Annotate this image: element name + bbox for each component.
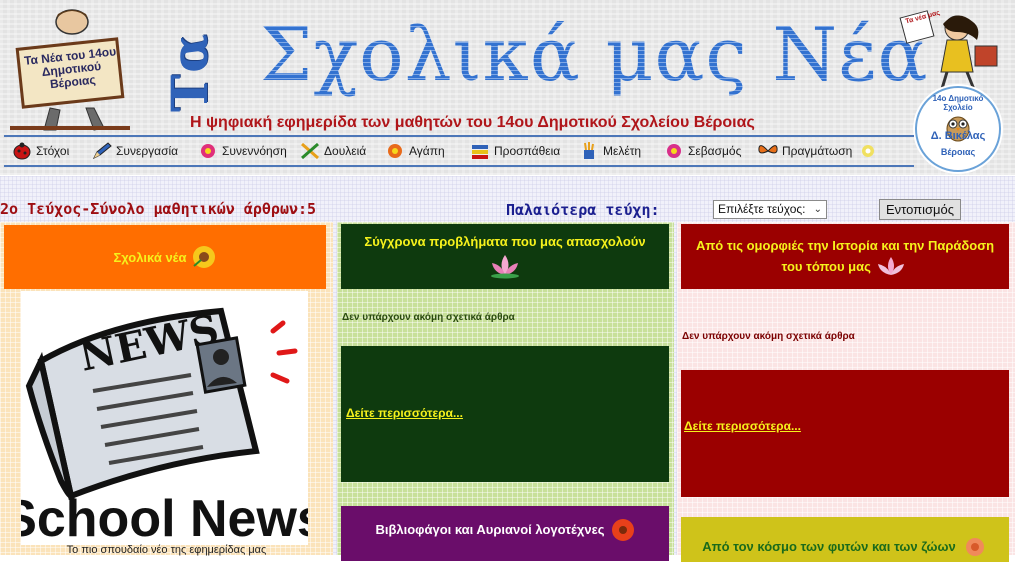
nav-item-label: Μελέτη: [603, 144, 642, 158]
section-header-nature[interactable]: Από τον κόσμο των φυτών και των ζώων: [681, 517, 1009, 562]
no-articles-text: Δεν υπάρχουν ακόμη σχετικά άρθρα: [682, 331, 855, 342]
school-news-image-text: School News: [21, 490, 308, 545]
flower-icon: [388, 144, 402, 158]
seal-top-text: 14ο Δημοτικό Σχολείο: [932, 94, 984, 112]
older-issues-label: Παλαιότερα τεύχη:: [506, 201, 660, 219]
section-title: Βιβλιοφάγοι και Αυριανοί λογοτέχνες: [375, 522, 605, 537]
school-news-image[interactable]: NEWS School News: [21, 291, 308, 545]
ladybug-icon: [13, 142, 31, 160]
see-more-link[interactable]: Δείτε περισσότερα...: [346, 406, 463, 420]
nav-item-label: Στόχοι: [36, 144, 70, 158]
rose-icon: [965, 537, 984, 556]
title-main-text: Σχολικά μας Νέα: [260, 12, 929, 98]
section-title: Σχολικά νέα: [113, 249, 187, 265]
site-subtitle: Η ψηφιακή εφημερίδα των μαθητών του 14ου…: [190, 114, 755, 131]
chevron-down-icon: ⌄: [813, 204, 822, 215]
nav-item-label: Σεβασμός: [688, 144, 742, 158]
flower-icon: [862, 145, 875, 157]
pencil-icon: [92, 142, 112, 160]
nav-item-label: Δουλειά: [324, 144, 367, 158]
nav-item-understanding[interactable]: Συνεννόηση: [198, 141, 287, 161]
nav-item-love[interactable]: Αγάπη: [385, 141, 445, 161]
books-icon: [472, 145, 488, 159]
more-panel-history: [681, 370, 1009, 497]
newspaper-icon: NEWS School News: [21, 306, 308, 545]
section-header-problems[interactable]: Σύγχρονα προβλήματα που μας απασχολούν: [341, 224, 669, 289]
nav-item-work[interactable]: Δουλειά: [300, 141, 366, 161]
section-header-bookworms[interactable]: Βιβλιοφάγοι και Αυριανοί λογοτέχνες: [341, 506, 669, 561]
nav-item-effort[interactable]: Προσπάθεια: [470, 141, 560, 161]
section-title: Σύγχρονα προβλήματα που μας απασχολούν: [364, 234, 646, 249]
nav-item-study[interactable]: Μελέτη: [579, 141, 641, 161]
nav-item-label: Πραγμάτωση: [782, 144, 853, 158]
sunflower-icon: [192, 246, 215, 268]
nav-item-label: Προσπάθεια: [494, 144, 561, 158]
crossed-pencils-icon: [301, 142, 319, 160]
section-header-history[interactable]: Από τις ομορφιές την Ιστορία και την Παρ…: [681, 224, 1009, 289]
nav-item-label: Αγάπη: [409, 144, 445, 158]
school-seal: 14ο Δημοτικό Σχολείο Δ. Βικέλας Βέροιας: [915, 86, 1001, 172]
nav-item-goals[interactable]: Στόχοι: [12, 141, 69, 161]
flower-icon: [667, 144, 681, 158]
school-news-caption: Το πιο σπουδαίο νέο της εφημερίδας μας: [66, 544, 267, 556]
section-title: Από τον κόσμο των φυτών και των ζώων: [702, 539, 956, 554]
site-header: Τα Νέα του 14ου Δημοτικού Βέροιας Τα Σχο…: [0, 0, 1015, 175]
lotus-icon: [491, 255, 519, 279]
nav-item-respect[interactable]: Σεβασμός: [664, 141, 741, 161]
title-prefix: Τα: [160, 32, 219, 112]
nav-item-cooperation[interactable]: Συνεργασία: [92, 141, 178, 161]
nav-item-realization[interactable]: Πραγμάτωση: [758, 141, 882, 161]
issue-select-value: Επιλέξτε τεύχος:: [718, 202, 806, 216]
lotus-icon: [878, 257, 905, 276]
see-more-link[interactable]: Δείτε περισσότερα...: [684, 419, 801, 433]
nav-item-label: Συνεργασία: [116, 144, 179, 158]
seal-name-text: Δ. Βικέλας: [930, 130, 986, 142]
gerbera-icon: [611, 518, 634, 541]
no-articles-text: Δεν υπάρχουν ακόμη σχετικά άρθρα: [342, 312, 515, 323]
site-title[interactable]: Τα Σχολικά μας Νέα: [160, 12, 927, 112]
issue-select[interactable]: Επιλέξτε τεύχος: ⌄: [713, 200, 827, 219]
section-title: Από τις ομορφιές την Ιστορία και την Παρ…: [695, 237, 995, 274]
butterfly-icon: [758, 145, 778, 154]
main-nav: Στόχοι Συνεργασία Συνεννόηση Δουλειά Αγά…: [4, 135, 914, 167]
issue-summary: 2ο Τεύχος-Σύνολο μαθητικών άρθρων:5: [0, 200, 317, 218]
seal-city-text: Βέροιας: [940, 147, 976, 157]
section-header-school-news[interactable]: Σχολικά νέα: [4, 225, 326, 289]
flower-icon: [201, 144, 215, 158]
find-button[interactable]: Εντοπισμός: [879, 199, 961, 220]
pencil-cup-icon: [584, 142, 594, 159]
nav-item-label: Συνεννόηση: [222, 144, 287, 158]
